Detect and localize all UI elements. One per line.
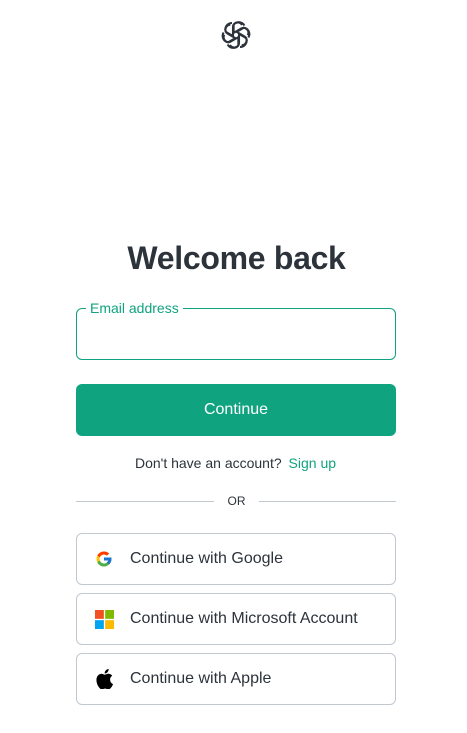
continue-with-apple-button[interactable]: Continue with Apple [76,653,396,705]
apple-icon [94,669,114,689]
google-icon [94,549,114,569]
divider-right [259,501,396,502]
signup-link[interactable]: Sign up [289,455,336,471]
divider-left [76,501,214,502]
continue-with-google-button[interactable]: Continue with Google [76,533,396,585]
page-title: Welcome back [127,240,346,276]
signup-row: Don't have an account? Sign up [0,455,467,471]
openai-logo-icon [221,21,251,49]
apple-button-label: Continue with Apple [130,670,272,687]
microsoft-button-label: Continue with Microsoft Account [130,610,358,627]
microsoft-icon [94,609,114,629]
signup-prompt: Don't have an account? [134,455,282,471]
email-field-wrapper: Email address [76,299,396,360]
continue-with-microsoft-button[interactable]: Continue with Microsoft Account [76,593,396,645]
email-field-label: Email address [86,299,183,317]
continue-button[interactable]: Continue [76,384,396,436]
google-button-label: Continue with Google [130,550,283,567]
divider-or-text: OR [227,494,246,508]
